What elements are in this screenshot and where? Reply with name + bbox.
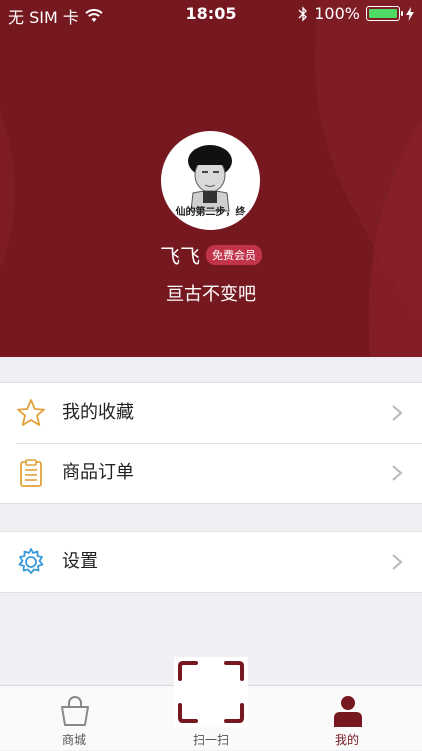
bluetooth-icon xyxy=(298,5,308,22)
settings-label: 设置 xyxy=(62,551,98,572)
tab-mine-label: 我的 xyxy=(334,733,359,747)
user-icon xyxy=(334,696,362,727)
tab-scan-label: 扫一扫 xyxy=(192,733,229,747)
tab-shop-label: 商城 xyxy=(61,733,86,747)
bag-icon xyxy=(61,696,89,726)
name-row: 飞飞 免费会员 xyxy=(0,240,422,269)
username: 飞飞 xyxy=(160,244,200,268)
status-bar: 无 SIM 卡 18:05 100% xyxy=(0,0,422,28)
tab-shop[interactable]: 商城 xyxy=(4,686,144,751)
charging-icon xyxy=(406,6,414,21)
favorites-label: 我的收藏 xyxy=(62,402,134,423)
avatar[interactable]: 仙的第二步，终 xyxy=(161,131,260,230)
gear-icon xyxy=(18,548,44,574)
user-signature: 亘古不变吧 xyxy=(166,284,256,305)
menu-group-settings: 设置 xyxy=(0,531,422,593)
chevron-right-icon xyxy=(392,405,403,421)
clipboard-icon xyxy=(20,459,42,487)
battery-percent: 100% xyxy=(314,4,360,23)
chevron-right-icon xyxy=(392,465,403,481)
star-icon xyxy=(17,399,45,426)
orders-label: 商品订单 xyxy=(62,462,134,483)
avatar-caption: 仙的第二步，终 xyxy=(175,207,246,218)
menu-item-orders[interactable]: 商品订单 xyxy=(0,443,422,503)
profile-header: 无 SIM 卡 18:05 100% 仙的第二步，终 飞飞 免费会员 亘古不变吧 xyxy=(0,0,422,357)
menu-item-favorites[interactable]: 我的收藏 xyxy=(0,383,422,443)
scan-icon xyxy=(178,661,244,723)
menu-group-main: 我的收藏 商品订单 xyxy=(0,382,422,504)
tab-mine[interactable]: 我的 xyxy=(277,686,417,751)
scan-button[interactable] xyxy=(174,657,248,727)
member-badge: 免费会员 xyxy=(206,244,262,265)
battery-icon xyxy=(366,6,403,21)
menu-item-settings[interactable]: 设置 xyxy=(0,532,422,592)
chevron-right-icon xyxy=(392,554,403,570)
